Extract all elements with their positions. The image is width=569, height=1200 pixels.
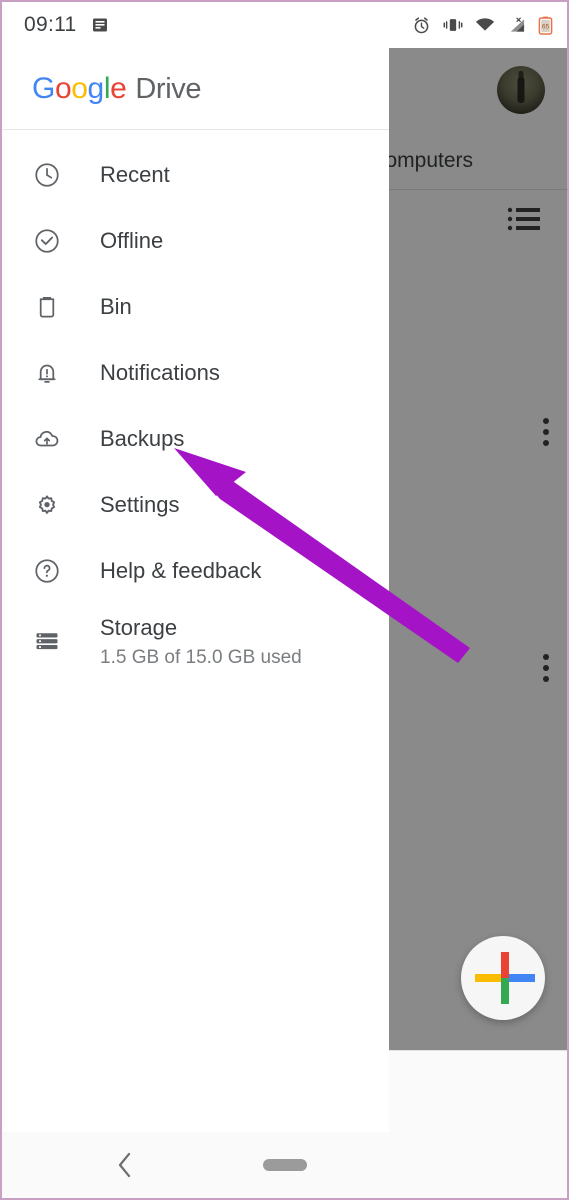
bell-alert-icon — [32, 358, 62, 388]
back-chevron-icon[interactable] — [114, 1150, 136, 1180]
phone-screen: 09:11 65 Computers Google Drive Recent O… — [0, 0, 569, 1200]
logo-letter-e: e — [110, 71, 127, 105]
drawer-menu: Recent Offline Bin Notifications Backups… — [2, 130, 389, 680]
sidebar-item-bin[interactable]: Bin — [2, 274, 389, 340]
list-view-icon[interactable] — [507, 206, 541, 232]
sidebar-item-label: Help & feedback — [100, 558, 262, 583]
logo-letter-G: G — [32, 71, 55, 105]
storage-title: Storage — [100, 615, 178, 640]
vibrate-icon — [443, 19, 463, 31]
alarm-icon — [414, 16, 429, 33]
status-bar-left: 09:11 — [24, 13, 109, 37]
notification-icon — [92, 18, 107, 32]
logo-product-name: Drive — [135, 72, 202, 105]
status-bar: 09:11 65 — [2, 2, 567, 48]
home-pill-icon[interactable] — [262, 1159, 307, 1171]
logo-letter-o1: o — [54, 71, 72, 105]
cloud-upload-icon — [32, 424, 62, 454]
sidebar-item-storage[interactable]: Storage 1.5 GB of 15.0 GB used — [2, 604, 389, 680]
clock-icon — [32, 160, 62, 190]
sidebar-item-help-feedback[interactable]: Help & feedback — [2, 538, 389, 604]
sidebar-item-backups[interactable]: Backups — [2, 406, 389, 472]
storage-usage: 1.5 GB of 15.0 GB used — [100, 647, 302, 668]
android-nav-bar — [2, 1132, 567, 1198]
help-circle-icon — [32, 556, 62, 586]
svg-text:65: 65 — [542, 23, 550, 30]
sidebar-item-notifications[interactable]: Notifications — [2, 340, 389, 406]
more-vert-icon[interactable] — [543, 654, 549, 682]
sidebar-item-offline[interactable]: Offline — [2, 208, 389, 274]
sidebar-item-label: Recent — [100, 162, 170, 187]
avatar[interactable] — [497, 66, 545, 114]
status-time: 09:11 — [24, 13, 77, 36]
navigation-drawer: Google Drive Recent Offline Bin Notifica… — [2, 48, 389, 1132]
sidebar-item-label: Settings — [100, 492, 180, 517]
create-fab[interactable] — [461, 936, 545, 1020]
storage-text: Storage 1.5 GB of 15.0 GB used — [100, 614, 302, 672]
sidebar-item-label: Notifications — [100, 360, 220, 385]
sidebar-item-label: Bin — [100, 294, 132, 319]
google-drive-logo: Google Drive — [32, 72, 201, 106]
drawer-header: Google Drive — [2, 48, 389, 130]
trash-icon — [32, 292, 62, 322]
sidebar-item-recent[interactable]: Recent — [2, 142, 389, 208]
logo-letter-g: g — [87, 71, 105, 105]
battery-icon: 65 — [538, 16, 553, 35]
sidebar-item-settings[interactable]: Settings — [2, 472, 389, 538]
gear-icon — [32, 490, 62, 520]
storage-icon — [32, 626, 62, 656]
logo-letter-o2: o — [71, 71, 88, 105]
check-circle-icon — [32, 226, 62, 256]
status-bar-right: 65 — [412, 16, 553, 35]
sidebar-item-label: Offline — [100, 228, 164, 253]
cell-signal-icon — [510, 17, 525, 32]
more-vert-icon[interactable] — [543, 418, 549, 446]
sidebar-item-label: Backups — [100, 426, 185, 451]
wifi-icon — [475, 18, 495, 31]
